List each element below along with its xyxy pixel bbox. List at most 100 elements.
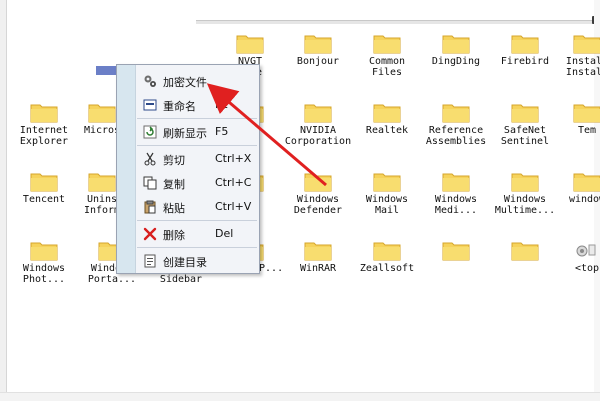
menu-item-label: 刷新显示 xyxy=(163,127,207,140)
folder-icon xyxy=(304,173,332,192)
folder-icon xyxy=(236,35,264,54)
menu-separator xyxy=(137,220,257,221)
folder-icon xyxy=(373,35,401,54)
folder-label: Install Install xyxy=(565,56,600,78)
menu-item-copy[interactable]: 复制 Ctrl+C xyxy=(117,171,259,195)
folder-icon xyxy=(573,173,600,192)
folder-icon xyxy=(30,104,58,123)
paste-icon xyxy=(144,200,156,214)
folder-label: Windows Phot... xyxy=(22,263,66,285)
menu-item-label: 粘贴 xyxy=(163,202,185,215)
parent-folder-item[interactable]: <top xyxy=(553,239,600,303)
folder-icon xyxy=(373,104,401,123)
folder-label: Tem xyxy=(577,125,597,136)
menu-item-paste[interactable]: 粘贴 Ctrl+V xyxy=(117,195,259,219)
folder-icon xyxy=(88,104,116,123)
folder-icon xyxy=(442,35,470,54)
folder-label: Windows Mail xyxy=(365,194,409,216)
folder-item[interactable]: Windows Mail xyxy=(353,170,421,234)
menu-separator xyxy=(137,145,257,146)
parent-folder-icon xyxy=(576,244,596,257)
folder-label: Common Files xyxy=(368,56,406,78)
menu-item-shortcut: Del xyxy=(215,227,234,240)
folder-label: Reference Assemblies xyxy=(425,125,487,147)
menu-item-refresh[interactable]: 刷新显示 F5 xyxy=(117,120,259,144)
folder-item[interactable]: Windows Phot... xyxy=(10,239,78,303)
folder-item[interactable]: Firebird xyxy=(491,32,559,96)
context-menu: 加密文件 重命名 F2 刷新显示 F5 剪切 Ctrl+X 复制 Ctrl+C … xyxy=(116,64,260,274)
menu-item-cut[interactable]: 剪切 Ctrl+X xyxy=(117,147,259,171)
rename-icon xyxy=(143,99,157,111)
folder-item[interactable]: Windows Multime... xyxy=(491,170,559,234)
folder-item[interactable]: DingDing xyxy=(422,32,490,96)
cut-icon xyxy=(144,152,156,166)
folder-item[interactable]: WinRAR xyxy=(284,239,352,303)
folder-label: DingDing xyxy=(431,56,481,67)
folder-icon xyxy=(442,173,470,192)
menu-item-label: 剪切 xyxy=(163,154,185,167)
folder-icon xyxy=(373,242,401,261)
folder-icon xyxy=(511,35,539,54)
menu-separator xyxy=(137,118,257,119)
folder-label: SafeNet Sentinel xyxy=(500,125,550,147)
folder-label: window xyxy=(568,194,600,205)
folder-label: WinRAR xyxy=(299,263,337,274)
folder-label: Firebird xyxy=(500,56,550,67)
copy-icon xyxy=(143,176,157,190)
menu-item-create-folder[interactable]: 创建目录 xyxy=(117,249,259,273)
folder-item[interactable] xyxy=(491,239,559,303)
folder-item[interactable] xyxy=(422,239,490,303)
folder-item[interactable]: Reference Assemblies xyxy=(422,101,490,165)
menu-item-shortcut: Ctrl+C xyxy=(215,176,252,189)
menu-separator xyxy=(137,247,257,248)
menu-item-label: 删除 xyxy=(163,229,185,242)
folder-item[interactable]: Bonjour xyxy=(284,32,352,96)
folder-icon xyxy=(88,173,116,192)
folder-label: Zeallsoft xyxy=(359,263,415,274)
folder-grid: NVGT ware Bonjour Common Files DingDing … xyxy=(0,0,600,400)
refresh-icon xyxy=(143,125,157,139)
folder-icon xyxy=(511,173,539,192)
folder-item[interactable]: SafeNet Sentinel xyxy=(491,101,559,165)
folder-icon xyxy=(573,104,600,123)
folder-icon xyxy=(304,104,332,123)
menu-item-shortcut: F5 xyxy=(215,125,229,138)
folder-label: Realtek xyxy=(365,125,409,136)
encrypt-gear-icon xyxy=(144,75,156,87)
folder-item[interactable]: NVIDIA Corporation xyxy=(284,101,352,165)
folder-item[interactable]: Windows Medi... xyxy=(422,170,490,234)
folder-label: NVIDIA Corporation xyxy=(284,125,352,147)
delete-icon xyxy=(143,227,157,241)
menu-item-delete[interactable]: 删除 Del xyxy=(117,222,259,246)
menu-item-label: 加密文件 xyxy=(163,76,207,89)
menu-item-shortcut: Ctrl+X xyxy=(215,152,252,165)
menu-item-encrypt-file[interactable]: 加密文件 xyxy=(117,69,259,93)
folder-label: <top xyxy=(574,263,600,274)
folder-item[interactable]: Realtek xyxy=(353,101,421,165)
menu-item-label: 创建目录 xyxy=(163,256,207,269)
folder-icon xyxy=(30,242,58,261)
folder-item[interactable]: Zeallsoft xyxy=(353,239,421,303)
folder-icon xyxy=(573,35,600,54)
folder-item[interactable]: Common Files xyxy=(353,32,421,96)
folder-label: Windows Defender xyxy=(293,194,343,216)
folder-label: Windows Multime... xyxy=(494,194,556,216)
folder-icon xyxy=(373,173,401,192)
folder-icon xyxy=(511,104,539,123)
menu-item-shortcut: Ctrl+V xyxy=(215,200,252,213)
menu-item-shortcut: F2 xyxy=(215,98,229,111)
folder-label: Bonjour xyxy=(296,56,340,67)
folder-icon xyxy=(511,242,539,261)
folder-label: Windows Medi... xyxy=(434,194,478,216)
menu-item-label: 复制 xyxy=(163,178,185,191)
menu-item-rename[interactable]: 重命名 F2 xyxy=(117,93,259,117)
folder-item[interactable]: window xyxy=(553,170,600,234)
create-folder-icon xyxy=(144,254,156,268)
folder-item[interactable]: Tem xyxy=(553,101,600,165)
folder-icon xyxy=(442,104,470,123)
folder-item[interactable]: Windows Defender xyxy=(284,170,352,234)
selected-item-highlight xyxy=(96,66,118,75)
menu-item-label: 重命名 xyxy=(163,100,196,113)
folder-icon xyxy=(304,35,332,54)
folder-item[interactable]: Install Install xyxy=(553,32,600,96)
